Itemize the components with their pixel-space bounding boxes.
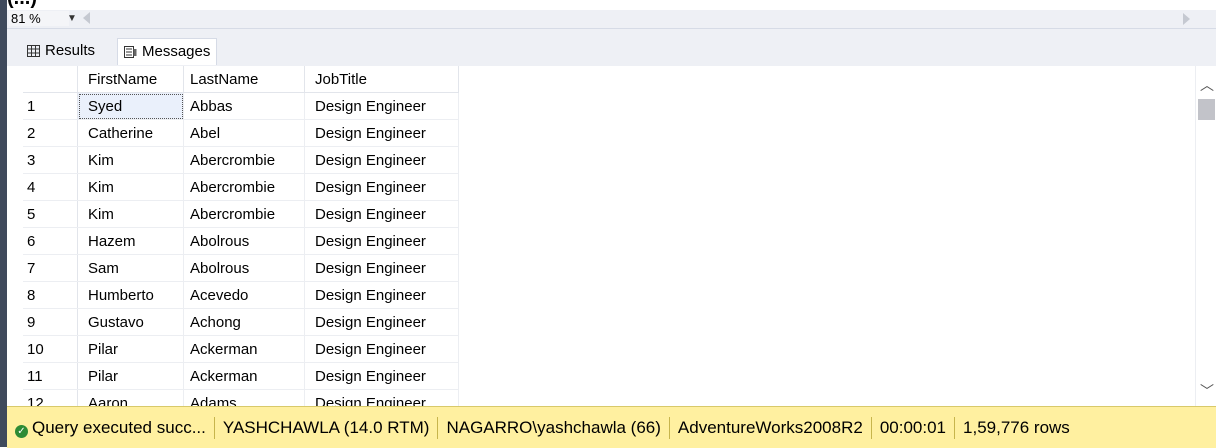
cell-lastname[interactable]: Ackerman (183, 335, 305, 363)
table-row[interactable]: 8 Humberto Acevedo Design Engineer (23, 281, 459, 309)
cell-firstname[interactable]: Gustavo (77, 308, 184, 336)
cell-lastname[interactable]: Abolrous (183, 227, 305, 255)
cell-jobtitle[interactable]: Design Engineer (304, 173, 459, 201)
cell-lastname[interactable]: Adams (183, 389, 305, 406)
cell-jobtitle[interactable]: Design Engineer (304, 200, 459, 228)
cell-jobtitle[interactable]: Design Engineer (304, 92, 459, 120)
cell-jobtitle[interactable]: Design Engineer (304, 146, 459, 174)
cell-firstname[interactable]: Kim (77, 173, 184, 201)
chevron-down-icon[interactable]: ▼ (67, 11, 77, 26)
scroll-right-icon[interactable] (1183, 13, 1190, 25)
success-check-icon: ✓ (15, 424, 28, 438)
row-number[interactable]: 12 (23, 389, 78, 406)
status-server: YASHCHAWLA (14.0 RTM) (215, 416, 439, 439)
row-number[interactable]: 5 (23, 200, 78, 228)
cell-firstname[interactable]: Catherine (77, 119, 184, 147)
cell-firstname[interactable]: Kim (77, 146, 184, 174)
table-row[interactable]: 1 Syed Abbas Design Engineer (23, 92, 459, 120)
results-grid[interactable]: FirstName LastName JobTitle 1 Syed Abbas De… (23, 66, 1195, 406)
row-number[interactable]: 4 (23, 173, 78, 201)
row-number[interactable]: 8 (23, 281, 78, 309)
table-row[interactable]: 6 Hazem Abolrous Design Engineer (23, 227, 459, 255)
table-row[interactable]: 7 Sam Abolrous Design Engineer (23, 254, 459, 282)
zoom-value: 81 % (11, 11, 41, 26)
cell-firstname[interactable]: Pilar (77, 335, 184, 363)
table-row[interactable]: 11 Pilar Ackerman Design Engineer (23, 362, 459, 390)
row-number[interactable]: 3 (23, 146, 78, 174)
cell-jobtitle[interactable]: Design Engineer (304, 119, 459, 147)
cell-jobtitle[interactable]: Design Engineer (304, 362, 459, 390)
messages-icon (124, 46, 137, 58)
cell-jobtitle[interactable]: Design Engineer (304, 254, 459, 282)
results-table: FirstName LastName JobTitle 1 Syed Abbas De… (23, 66, 459, 406)
cell-firstname[interactable]: Aaron (77, 389, 184, 406)
row-number[interactable]: 1 (23, 92, 78, 120)
tab-messages[interactable]: Messages (117, 38, 218, 65)
tab-results-label: Results (45, 42, 96, 59)
scroll-left-icon[interactable] (83, 12, 90, 24)
status-bar: ✓ Query executed succ... YASHCHAWLA (14.0… (7, 406, 1216, 448)
cell-firstname[interactable]: Humberto (77, 281, 184, 309)
scroll-up-icon[interactable]: ︿ (1200, 78, 1214, 92)
cell-jobtitle[interactable]: Design Engineer (304, 389, 459, 406)
cell-lastname[interactable]: Achong (183, 308, 305, 336)
cell-lastname[interactable]: Abercrombie (183, 200, 305, 228)
row-number[interactable]: 7 (23, 254, 78, 282)
cell-jobtitle[interactable]: Design Engineer (304, 308, 459, 336)
column-header-lastname[interactable]: LastName (183, 66, 305, 93)
table-row[interactable]: 9 Gustavo Achong Design Engineer (23, 308, 459, 336)
tab-messages-label: Messages (142, 43, 211, 60)
row-number[interactable]: 11 (23, 362, 78, 390)
column-header-jobtitle[interactable]: JobTitle (304, 66, 459, 93)
status-elapsed: 00:00:01 (872, 416, 956, 439)
cell-jobtitle[interactable]: Design Engineer (304, 335, 459, 363)
cell-firstname[interactable]: Pilar (77, 362, 184, 390)
row-number[interactable]: 2 (23, 119, 78, 147)
scroll-down-icon[interactable]: ﹀ (1200, 384, 1214, 398)
cell-firstname[interactable]: Syed (77, 92, 184, 120)
cell-lastname[interactable]: Abolrous (183, 254, 305, 282)
tab-results[interactable]: Results (21, 38, 102, 64)
table-row[interactable]: 4 Kim Abercrombie Design Engineer (23, 173, 459, 201)
status-database: AdventureWorks2008R2 (670, 416, 872, 439)
row-number[interactable]: 6 (23, 227, 78, 255)
query-text-partial: (...) (7, 0, 1216, 10)
cell-jobtitle[interactable]: Design Engineer (304, 227, 459, 255)
scrollbar-thumb[interactable] (1198, 99, 1215, 120)
table-row[interactable]: 3 Kim Abercrombie Design Engineer (23, 146, 459, 174)
row-number[interactable]: 10 (23, 335, 78, 363)
cell-lastname[interactable]: Abercrombie (183, 173, 305, 201)
table-row[interactable]: 12 Aaron Adams Design Engineer (23, 389, 459, 406)
column-header-rownum[interactable] (23, 66, 78, 93)
table-row[interactable]: 2 Catherine Abel Design Engineer (23, 119, 459, 147)
column-header-firstname[interactable]: FirstName (77, 66, 184, 93)
table-row[interactable]: 5 Kim Abercrombie Design Engineer (23, 200, 459, 228)
cell-firstname[interactable]: Hazem (77, 227, 184, 255)
status-message: ✓ Query executed succ... (7, 416, 215, 439)
table-row[interactable]: 10 Pilar Ackerman Design Engineer (23, 335, 459, 363)
results-tabs: Results Messages (7, 29, 1216, 66)
cell-lastname[interactable]: Acevedo (183, 281, 305, 309)
cell-lastname[interactable]: Abbas (183, 92, 305, 120)
status-rows: 1,59,776 rows (963, 417, 1070, 437)
status-user: NAGARRO\yashchawla (66) (438, 416, 670, 439)
zoom-bar: 81 % ▼ (7, 10, 1216, 29)
cell-jobtitle[interactable]: Design Engineer (304, 281, 459, 309)
cell-lastname[interactable]: Abel (183, 119, 305, 147)
cell-firstname[interactable]: Kim (77, 200, 184, 228)
grid-icon (27, 45, 40, 57)
editor-left-edge (0, 0, 7, 447)
zoom-select[interactable]: 81 % (9, 11, 69, 26)
cell-lastname[interactable]: Abercrombie (183, 146, 305, 174)
header-row: FirstName LastName JobTitle (23, 66, 459, 93)
cell-firstname[interactable]: Sam (77, 254, 184, 282)
cell-lastname[interactable]: Ackerman (183, 362, 305, 390)
row-number[interactable]: 9 (23, 308, 78, 336)
grid-body: 1 Syed Abbas Design Engineer 2 Catherine Abel D… (23, 92, 459, 406)
vertical-scrollbar[interactable]: ︿ ﹀ (1195, 66, 1216, 406)
